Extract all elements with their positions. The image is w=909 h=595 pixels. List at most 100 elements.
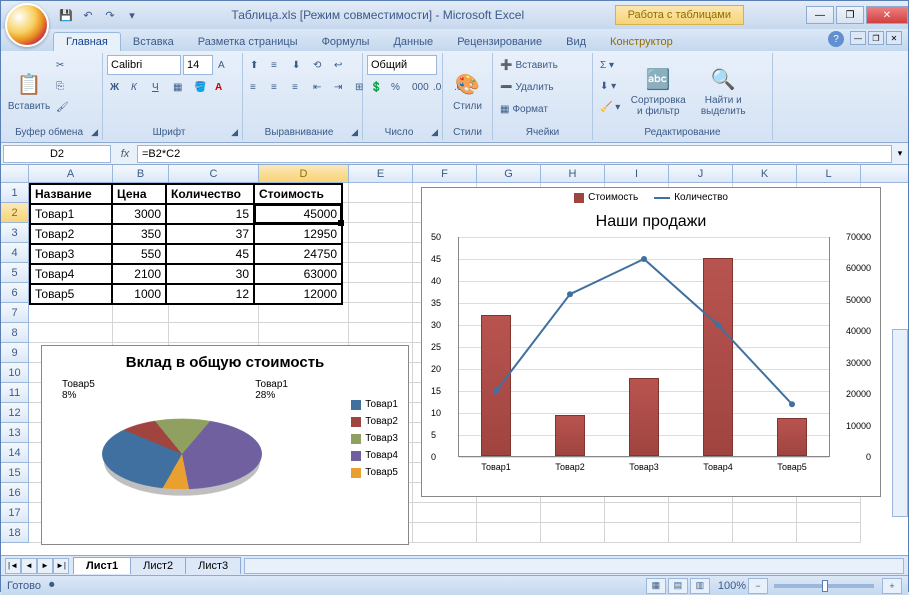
table-cell[interactable]: 15: [166, 204, 254, 224]
cell[interactable]: [413, 523, 477, 543]
row-header[interactable]: 12: [1, 403, 29, 423]
clipboard-launcher-icon[interactable]: ◢: [91, 127, 98, 138]
fill-handle[interactable]: [338, 220, 344, 226]
sheet-tab-1[interactable]: Лист1: [73, 557, 131, 574]
table-cell[interactable]: 63000: [254, 264, 342, 284]
cell[interactable]: [669, 503, 733, 523]
cell[interactable]: [797, 523, 861, 543]
paste-button[interactable]: 📋 Вставить: [7, 55, 51, 125]
cell[interactable]: [797, 503, 861, 523]
bold-button[interactable]: Ж: [107, 77, 127, 97]
percent-button[interactable]: %: [388, 77, 408, 97]
cell[interactable]: [733, 503, 797, 523]
insert-cells-button[interactable]: ➕ Вставить: [497, 55, 588, 75]
increase-indent-button[interactable]: ⇥: [331, 77, 351, 97]
cell[interactable]: [349, 323, 413, 343]
vertical-scrollbar[interactable]: [892, 329, 908, 517]
cell[interactable]: [349, 283, 413, 303]
clear-button[interactable]: 🧹 ▾: [597, 97, 623, 117]
table-cell[interactable]: 12950: [254, 224, 342, 244]
table-cell[interactable]: 24750: [254, 244, 342, 264]
help-icon[interactable]: ?: [828, 31, 844, 47]
tab-data[interactable]: Данные: [381, 33, 445, 51]
alignment-launcher-icon[interactable]: ◢: [351, 127, 358, 138]
column-header[interactable]: I: [605, 165, 669, 182]
tab-design[interactable]: Конструктор: [598, 33, 685, 51]
first-sheet-button[interactable]: |◄: [5, 558, 21, 574]
align-right-button[interactable]: ≡: [289, 77, 309, 97]
row-header[interactable]: 8: [1, 323, 29, 343]
row-header[interactable]: 6: [1, 283, 29, 303]
align-middle-button[interactable]: ≡: [268, 55, 288, 75]
row-header[interactable]: 5: [1, 263, 29, 283]
column-header[interactable]: A: [29, 165, 113, 182]
number-format-combo[interactable]: Общий: [367, 55, 437, 75]
autosum-button[interactable]: Σ ▾: [597, 55, 623, 75]
last-sheet-button[interactable]: ►|: [53, 558, 69, 574]
cell[interactable]: [541, 523, 605, 543]
horizontal-scrollbar[interactable]: [244, 558, 904, 574]
column-header[interactable]: B: [113, 165, 169, 182]
formula-input[interactable]: =B2*C2: [137, 145, 892, 163]
tab-view[interactable]: Вид: [554, 33, 598, 51]
cell[interactable]: [113, 303, 169, 323]
cell[interactable]: [541, 503, 605, 523]
border-button[interactable]: ▦: [170, 77, 190, 97]
cell[interactable]: [349, 303, 413, 323]
table-cell[interactable]: Товар5: [30, 284, 112, 304]
row-header[interactable]: 15: [1, 463, 29, 483]
zoom-in-button[interactable]: +: [882, 578, 902, 594]
table-header[interactable]: Цена: [112, 184, 166, 204]
cell[interactable]: [349, 243, 413, 263]
cell[interactable]: [349, 223, 413, 243]
macro-record-icon[interactable]: ⏺: [49, 579, 55, 592]
font-name-combo[interactable]: Calibri: [107, 55, 181, 75]
table-cell[interactable]: 45000: [254, 204, 342, 224]
next-sheet-button[interactable]: ►: [37, 558, 53, 574]
find-select-button[interactable]: 🔍 Найти и выделить: [693, 55, 753, 125]
row-header[interactable]: 2: [1, 203, 29, 223]
column-header[interactable]: E: [349, 165, 413, 182]
font-launcher-icon[interactable]: ◢: [231, 127, 238, 138]
row-header[interactable]: 16: [1, 483, 29, 503]
row-header[interactable]: 11: [1, 383, 29, 403]
align-bottom-button[interactable]: ⬇: [289, 55, 309, 75]
copy-button[interactable]: ⎘: [53, 76, 73, 96]
sort-filter-button[interactable]: 🔤 Сортировка и фильтр: [625, 55, 691, 125]
row-header[interactable]: 4: [1, 243, 29, 263]
close-button[interactable]: ✕: [866, 6, 908, 24]
table-header[interactable]: Количество: [166, 184, 254, 204]
comma-button[interactable]: 000: [409, 77, 429, 97]
prev-sheet-button[interactable]: ◄: [21, 558, 37, 574]
wrap-text-button[interactable]: ↩: [331, 55, 351, 75]
table-cell[interactable]: 30: [166, 264, 254, 284]
page-break-view-button[interactable]: ▥: [690, 578, 710, 594]
tab-page-layout[interactable]: Разметка страницы: [186, 33, 310, 51]
table-cell[interactable]: 45: [166, 244, 254, 264]
doc-restore[interactable]: ❐: [868, 31, 884, 45]
column-header[interactable]: J: [669, 165, 733, 182]
tab-review[interactable]: Рецензирование: [445, 33, 554, 51]
sheet-tab-2[interactable]: Лист2: [130, 557, 186, 574]
data-table[interactable]: НазваниеЦенаКоличествоСтоимостьТовар1300…: [29, 183, 343, 305]
column-header[interactable]: C: [169, 165, 259, 182]
column-header[interactable]: G: [477, 165, 541, 182]
table-cell[interactable]: 3000: [112, 204, 166, 224]
office-button[interactable]: [5, 3, 49, 47]
row-header[interactable]: 1: [1, 183, 29, 203]
page-layout-view-button[interactable]: ▤: [668, 578, 688, 594]
cell[interactable]: [733, 523, 797, 543]
cell[interactable]: [169, 303, 259, 323]
format-painter-button[interactable]: 🖌: [53, 97, 73, 117]
cell[interactable]: [29, 323, 113, 343]
sheet-tab-3[interactable]: Лист3: [185, 557, 241, 574]
cell[interactable]: [605, 503, 669, 523]
minimize-button[interactable]: —: [806, 6, 834, 24]
table-cell[interactable]: Товар2: [30, 224, 112, 244]
cut-button[interactable]: ✂: [53, 55, 73, 75]
align-left-button[interactable]: ≡: [247, 77, 267, 97]
cell[interactable]: [349, 203, 413, 223]
grow-font-icon[interactable]: A: [215, 55, 235, 75]
cell[interactable]: [605, 523, 669, 543]
row-header[interactable]: 17: [1, 503, 29, 523]
